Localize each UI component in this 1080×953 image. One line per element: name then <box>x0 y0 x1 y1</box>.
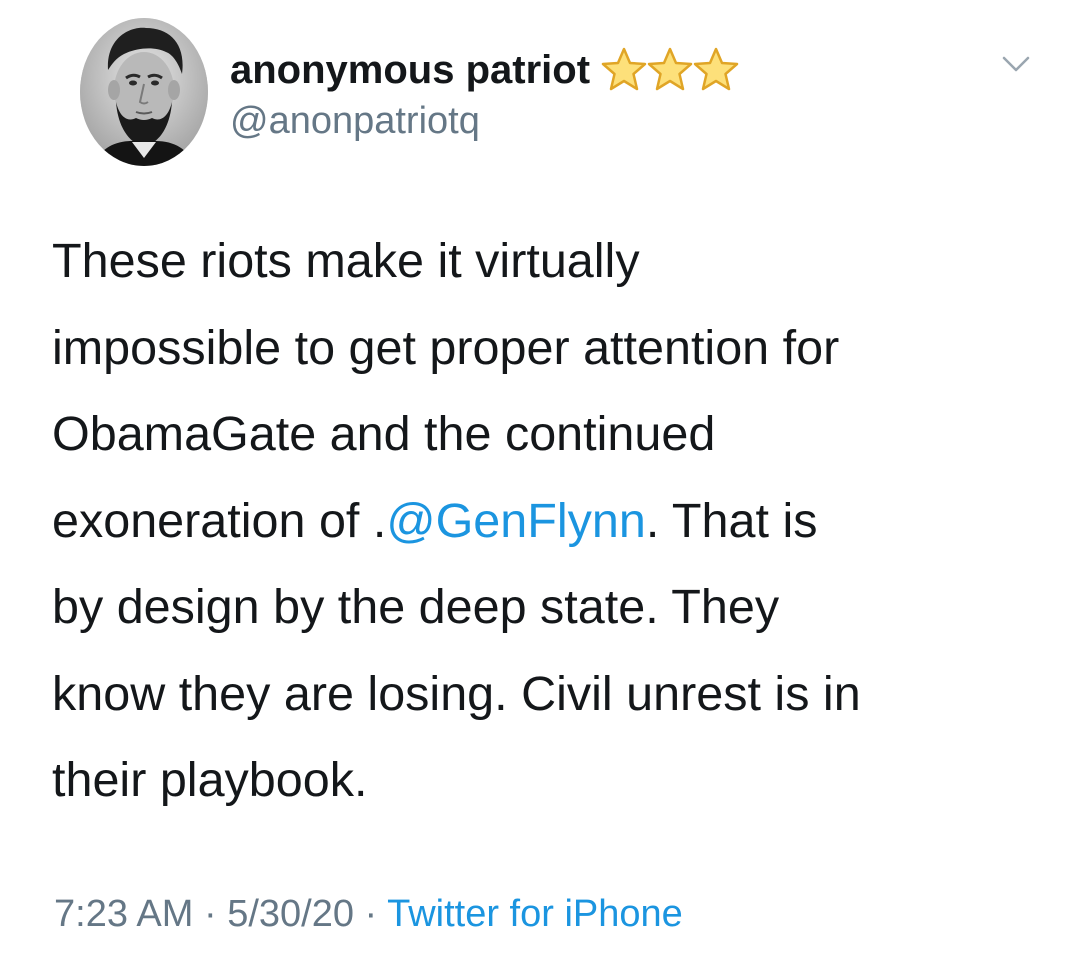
tweet-text-line: impossible to get proper attention for <box>52 320 840 375</box>
tweet-text-line: by design by the deep state. They <box>52 580 780 634</box>
tweet-time[interactable]: 7:23 AM <box>54 893 193 935</box>
chevron-down-icon[interactable] <box>1000 52 1032 76</box>
author-badges <box>598 44 739 96</box>
tweet-text-segment: exoneration of . <box>52 493 387 548</box>
tweet-card: anonymous patriot @anonpatriotq These ri… <box>0 0 1080 953</box>
tweet-text-segment: . That is <box>645 493 818 548</box>
portrait-image <box>80 18 208 166</box>
star-icon <box>601 47 647 91</box>
star-icon <box>693 47 739 91</box>
meta-separator: · <box>354 893 388 935</box>
tweet-date[interactable]: 5/30/20 <box>227 893 354 935</box>
tweet-text-line: These riots make it virtually <box>52 234 640 288</box>
meta-separator: · <box>193 893 228 935</box>
star-icon <box>647 47 693 91</box>
mention-link[interactable]: @GenFlynn <box>386 494 646 548</box>
author-display-name[interactable]: anonymous patriot <box>230 48 590 93</box>
tweet-meta: 7:23 AM · 5/30/20 · Twitter for iPhone <box>54 889 683 939</box>
avatar[interactable] <box>80 18 208 166</box>
tweet-text-line: know they are losing. Civil unrest is in <box>52 666 861 721</box>
author-handle[interactable]: @anonpatriotq <box>230 100 480 143</box>
tweet-text-line: their playbook. <box>52 753 368 807</box>
tweet-text-line: ObamaGate and the continued <box>52 407 716 461</box>
tweet-source-link[interactable]: Twitter for iPhone <box>387 893 683 935</box>
tweet-text-line: exoneration of .@GenFlynn. That is <box>52 478 1042 565</box>
author-name-row: anonymous patriot <box>230 40 739 100</box>
tweet-text: These riots make it virtually impossible… <box>52 218 1042 824</box>
